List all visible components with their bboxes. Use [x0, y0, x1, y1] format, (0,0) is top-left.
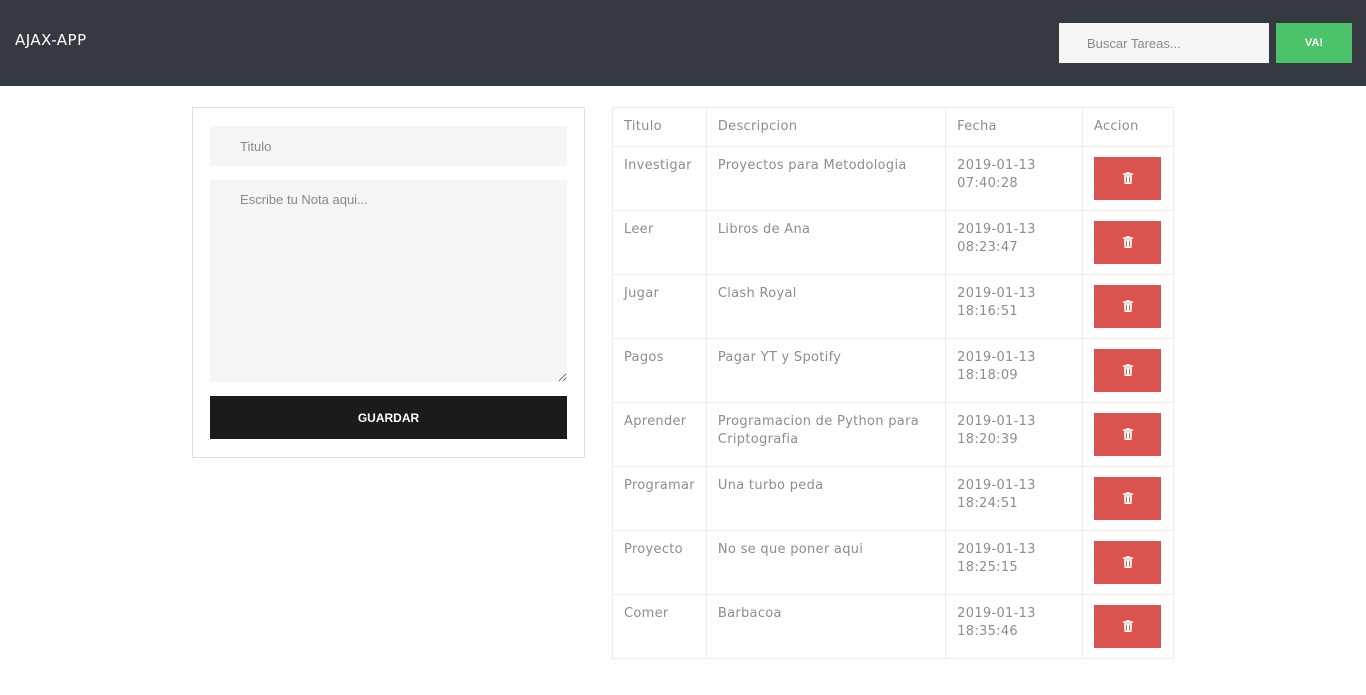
table-row: Aprender Programacion de Python para Crip…: [612, 402, 1174, 467]
task-action: [1082, 274, 1174, 339]
table-row: Pagos Pagar YT y Spotify 2019-01-13 18:18:0…: [612, 338, 1174, 403]
trash-icon: [1123, 492, 1133, 504]
task-date-day: 2019-01-13: [957, 606, 1036, 621]
task-date-time: 18:18:09: [957, 368, 1018, 383]
table-header-row: Titulo Descripcion Fecha Accion: [612, 107, 1174, 147]
table-row: Comer Barbacoa 2019-01-13 18:35:46: [612, 594, 1174, 659]
header-descripcion: Descripcion: [705, 107, 947, 147]
task-date-time: 18:35:46: [957, 624, 1018, 639]
task-date: 2019-01-13 08:23:47: [945, 210, 1083, 275]
task-date-time: 07:40:28: [957, 176, 1018, 191]
task-date: 2019-01-13 18:20:39: [945, 402, 1083, 467]
table-row: Leer Libros de Ana 2019-01-13 08:23:47: [612, 210, 1174, 275]
navbar: AJAX-APP VA!: [0, 0, 1366, 86]
trash-icon: [1123, 428, 1133, 440]
delete-button[interactable]: [1094, 221, 1161, 264]
task-title: Programar: [612, 466, 707, 531]
task-description: Libros de Ana: [705, 210, 947, 275]
table-body: Investigar Proyectos para Metodologia 2019…: [612, 146, 1174, 659]
task-title: Aprender: [612, 402, 707, 467]
task-description: Barbacoa: [705, 594, 947, 659]
table-row: Jugar Clash Royal 2019-01-13 18:16:51: [612, 274, 1174, 339]
task-description: No se que poner aqui: [705, 530, 947, 595]
delete-button[interactable]: [1094, 605, 1161, 648]
task-action: [1082, 338, 1174, 403]
save-button[interactable]: GUARDAR: [210, 396, 567, 439]
task-date: 2019-01-13 18:35:46: [945, 594, 1083, 659]
delete-button[interactable]: [1094, 285, 1161, 328]
header-fecha: Fecha: [945, 107, 1083, 147]
table-row: Programar Una turbo peda 2019-01-13 18:24:5…: [612, 466, 1174, 531]
task-date: 2019-01-13 18:16:51: [945, 274, 1083, 339]
header-titulo: Titulo: [612, 107, 707, 147]
task-title: Investigar: [612, 146, 707, 211]
task-date-day: 2019-01-13: [957, 158, 1036, 173]
task-date-day: 2019-01-13: [957, 286, 1036, 301]
task-date: 2019-01-13 18:24:51: [945, 466, 1083, 531]
task-action: [1082, 146, 1174, 211]
task-description: Pagar YT y Spotify: [705, 338, 947, 403]
task-description: Clash Royal: [705, 274, 947, 339]
trash-icon: [1123, 364, 1133, 376]
task-date-day: 2019-01-13: [957, 478, 1036, 493]
delete-button[interactable]: [1094, 413, 1161, 456]
table-row: Proyecto No se que poner aqui 2019-01-13 18…: [612, 530, 1174, 595]
task-action: [1082, 530, 1174, 595]
task-form-card: GUARDAR: [192, 107, 585, 458]
task-date-time: 18:25:15: [957, 560, 1018, 575]
task-date-day: 2019-01-13: [957, 542, 1036, 557]
search-input[interactable]: [1059, 23, 1269, 63]
task-date-day: 2019-01-13: [957, 350, 1036, 365]
task-action: [1082, 594, 1174, 659]
trash-icon: [1123, 556, 1133, 568]
trash-icon: [1123, 172, 1133, 184]
task-date-time: 18:24:51: [957, 496, 1018, 511]
delete-button[interactable]: [1094, 541, 1161, 584]
delete-button[interactable]: [1094, 349, 1161, 392]
task-title: Pagos: [612, 338, 707, 403]
task-title: Leer: [612, 210, 707, 275]
brand-logo[interactable]: AJAX-APP: [15, 31, 87, 49]
task-action: [1082, 402, 1174, 467]
task-date: 2019-01-13 18:18:09: [945, 338, 1083, 403]
task-date: 2019-01-13 18:25:15: [945, 530, 1083, 595]
tasks-table: Titulo Descripcion Fecha Accion Investig…: [612, 107, 1174, 659]
header-accion: Accion: [1082, 107, 1174, 147]
task-action: [1082, 210, 1174, 275]
search-button[interactable]: VA!: [1276, 23, 1352, 63]
task-title: Comer: [612, 594, 707, 659]
task-description: Programacion de Python para Criptografia: [705, 402, 947, 467]
task-date-time: 08:23:47: [957, 240, 1018, 255]
trash-icon: [1123, 620, 1133, 632]
delete-button[interactable]: [1094, 477, 1161, 520]
task-title: Proyecto: [612, 530, 707, 595]
task-action: [1082, 466, 1174, 531]
table-row: Investigar Proyectos para Metodologia 2019…: [612, 146, 1174, 211]
description-textarea[interactable]: [210, 180, 567, 382]
task-description: Proyectos para Metodologia: [705, 146, 947, 211]
task-title: Jugar: [612, 274, 707, 339]
task-date: 2019-01-13 07:40:28: [945, 146, 1083, 211]
task-date-time: 18:16:51: [957, 304, 1018, 319]
task-description: Una turbo peda: [705, 466, 947, 531]
task-date-time: 18:20:39: [957, 432, 1018, 447]
trash-icon: [1123, 300, 1133, 312]
delete-button[interactable]: [1094, 157, 1161, 200]
task-date-day: 2019-01-13: [957, 222, 1036, 237]
trash-icon: [1123, 236, 1133, 248]
title-input[interactable]: [210, 126, 567, 166]
task-date-day: 2019-01-13: [957, 414, 1036, 429]
